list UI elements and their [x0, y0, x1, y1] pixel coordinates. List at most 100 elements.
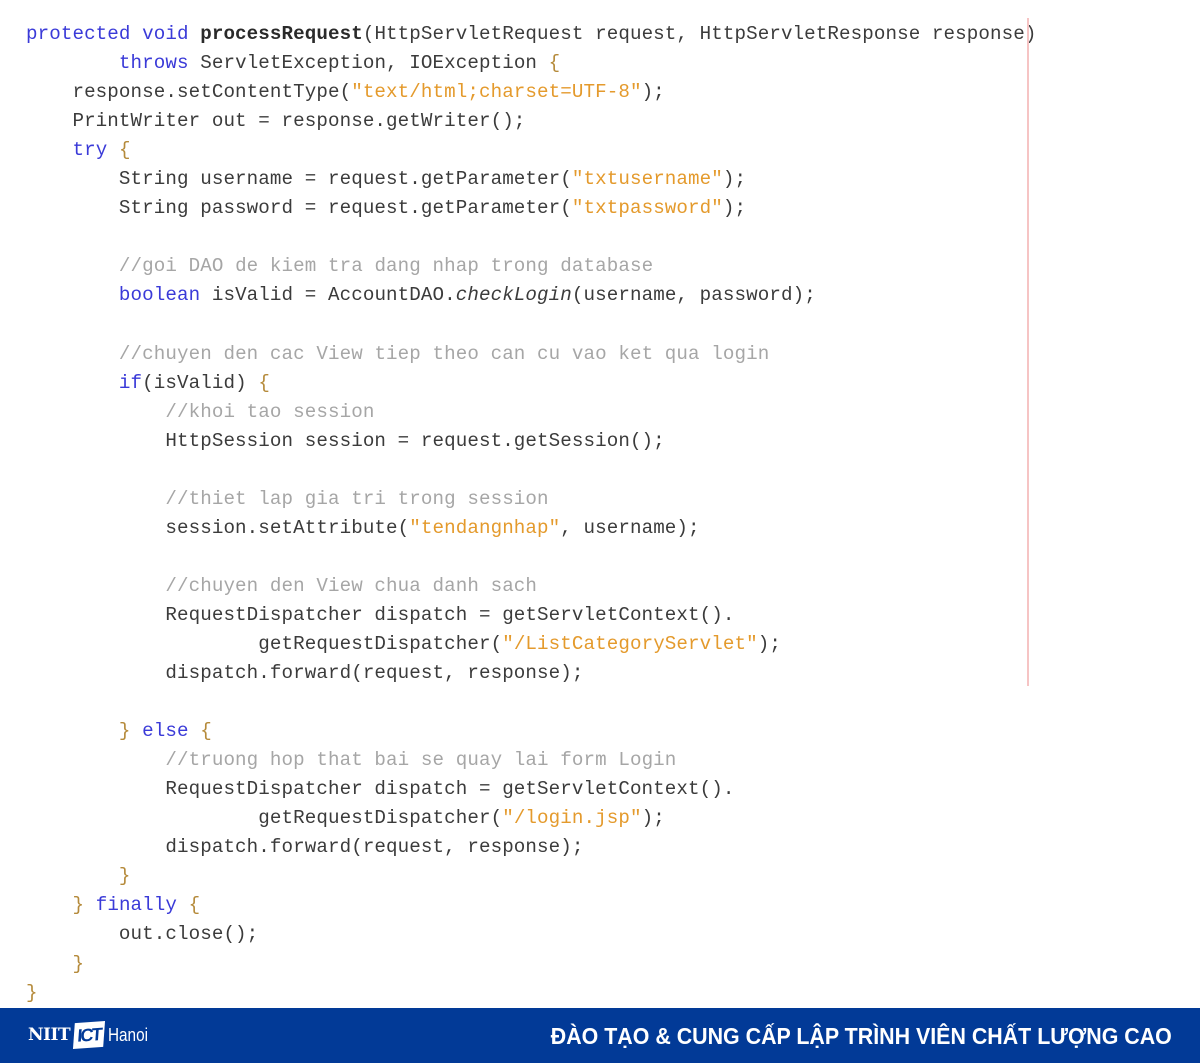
logo-ict-icon: ICT: [73, 1020, 106, 1050]
code-line: response.setContentType("text/html;chars…: [26, 78, 1036, 107]
code-brace: {: [200, 720, 212, 743]
code-string: "txtpassword": [571, 197, 723, 220]
code-keyword: finally: [95, 894, 189, 917]
code-line: RequestDispatcher dispatch = getServletC…: [26, 775, 1036, 804]
code-text: RequestDispatcher dispatch = getServletC…: [26, 603, 735, 626]
code-text: session.setAttribute(: [26, 516, 410, 539]
code-text: RequestDispatcher dispatch = getServletC…: [26, 778, 735, 801]
code-text: getRequestDispatcher(: [26, 632, 503, 655]
code-text: response.setContentType(: [26, 81, 352, 104]
code-keyword: try: [72, 139, 119, 162]
code-text: getRequestDispatcher(: [26, 807, 503, 830]
code-string: "/ListCategoryServlet": [502, 632, 758, 655]
code-text: );: [757, 632, 781, 655]
code-comment: //truong hop that bai se quay lai form L…: [165, 749, 677, 772]
code-brace: {: [258, 371, 270, 394]
code-brace: }: [72, 894, 85, 917]
code-keyword: if: [118, 371, 143, 394]
code-text: );: [641, 81, 665, 104]
code-line: }: [26, 950, 1036, 979]
code-brace: {: [118, 139, 131, 162]
code-line: protected void processRequest(HttpServle…: [26, 20, 1036, 49]
code-static-call: checkLogin: [455, 284, 572, 307]
code-text: (isValid): [142, 371, 259, 394]
code-line: dispatch.forward(request, response);: [26, 833, 1036, 862]
code-line: } else {: [26, 717, 1036, 746]
code-string: "txtusername": [571, 168, 723, 191]
code-text: );: [722, 168, 747, 191]
code-line: }: [26, 862, 1036, 891]
code-block: protected void processRequest(HttpServle…: [26, 20, 1036, 1008]
code-line: } finally {: [26, 891, 1036, 920]
code-keyword: boolean: [118, 284, 212, 307]
code-line: String password = request.getParameter("…: [26, 194, 1036, 223]
code-text: PrintWriter out = response.getWriter();: [26, 110, 526, 133]
code-brace: }: [26, 981, 38, 1004]
code-line: String username = request.getParameter("…: [26, 165, 1036, 194]
code-string: "tendangnhap": [409, 516, 561, 539]
code-line: throws ServletException, IOException {: [26, 49, 1036, 78]
code-text: isValid = AccountDAO.: [211, 284, 456, 307]
code-keyword: else: [142, 720, 201, 743]
code-line: try {: [26, 136, 1036, 165]
code-text: HttpSession session = request.getSession…: [26, 429, 665, 452]
code-brace: }: [118, 865, 131, 888]
code-line: out.close();: [26, 920, 1036, 949]
code-text: dispatch.forward(request, response);: [26, 662, 584, 685]
code-line: //chuyen den View chua danh sach: [26, 572, 1036, 601]
code-text: dispatch.forward(request, response);: [26, 836, 584, 859]
code-text: String username = request.getParameter(: [26, 168, 572, 191]
code-text: ServletException, IOException: [200, 52, 549, 75]
code-text: );: [722, 197, 747, 220]
code-comment: //goi DAO de kiem tra dang nhap trong da…: [118, 255, 654, 278]
code-string: "/login.jsp": [502, 807, 642, 830]
niit-ict-hanoi-logo: NIIT ICT Hanoi: [28, 1017, 155, 1053]
code-line: dispatch.forward(request, response);: [26, 659, 1036, 688]
code-line: //truong hop that bai se quay lai form L…: [26, 746, 1036, 775]
code-brace: }: [72, 952, 85, 975]
code-line: //thiet lap gia tri trong session: [26, 485, 1036, 514]
code-text: , username);: [560, 516, 700, 539]
code-line: if(isValid) {: [26, 369, 1036, 398]
code-line: //khoi tao session: [26, 398, 1036, 427]
code-viewer: protected void processRequest(HttpServle…: [0, 0, 1200, 1008]
code-line: HttpSession session = request.getSession…: [26, 427, 1036, 456]
code-keyword: protected void: [26, 23, 201, 45]
code-line: //goi DAO de kiem tra dang nhap trong da…: [26, 252, 1036, 281]
code-line: getRequestDispatcher("/login.jsp");: [26, 804, 1036, 833]
code-comment: //chuyen den View chua danh sach: [165, 574, 538, 597]
code-text: String password = request.getParameter(: [26, 197, 572, 220]
code-comment: //thiet lap gia tri trong session: [165, 487, 549, 510]
code-line: //chuyen den cac View tiep theo can cu v…: [26, 340, 1036, 369]
editor-margin-guide: [1027, 18, 1029, 686]
code-line: getRequestDispatcher("/ListCategoryServl…: [26, 630, 1036, 659]
code-keyword: throws: [118, 52, 201, 75]
logo-niit-text: NIIT: [28, 1025, 71, 1045]
code-comment: //khoi tao session: [165, 400, 375, 423]
code-line: }: [26, 979, 1036, 1008]
code-comment: //chuyen den cac View tiep theo can cu v…: [118, 342, 770, 365]
code-line: session.setAttribute("tendangnhap", user…: [26, 514, 1036, 543]
code-line: PrintWriter out = response.getWriter();: [26, 107, 1036, 136]
footer-tagline: ĐÀO TẠO & CUNG CẤP LẬP TRÌNH VIÊN CHẤT L…: [550, 1023, 1172, 1049]
code-text: out.close();: [26, 923, 259, 946]
